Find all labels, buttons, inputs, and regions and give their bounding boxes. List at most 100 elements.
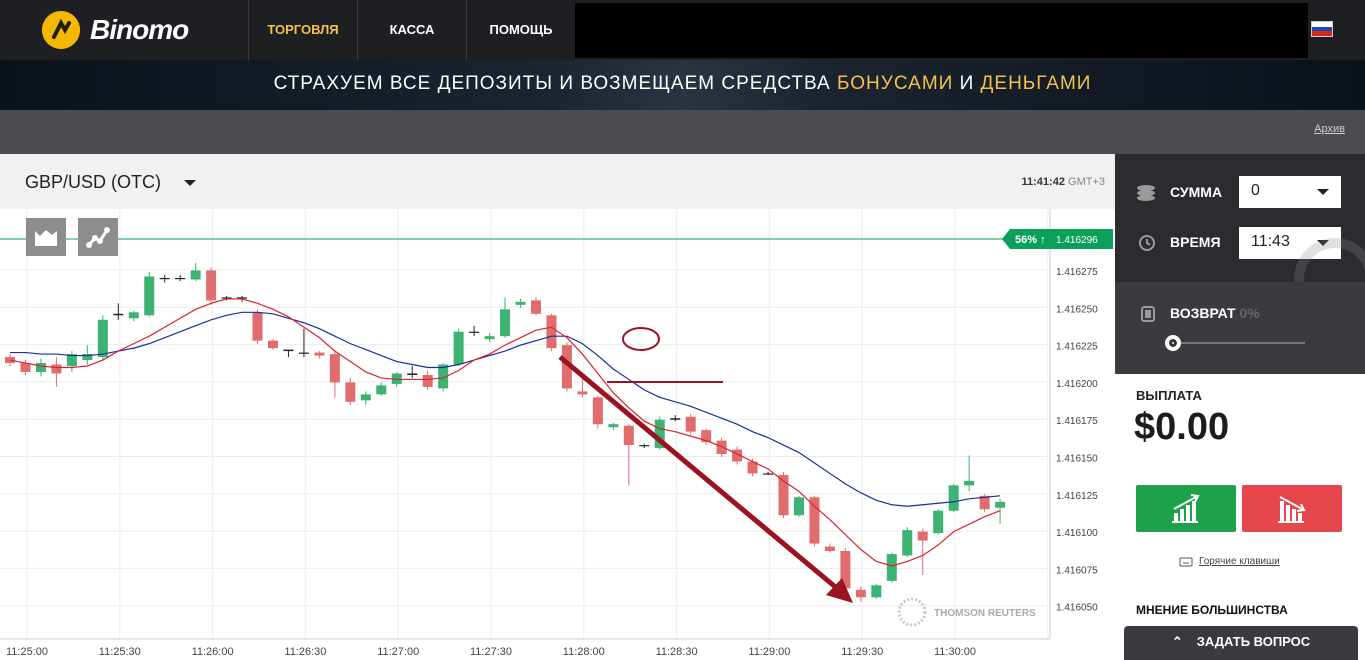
asset-selector[interactable]: GBP/USD (OTC) (25, 172, 161, 193)
return-slider-handle[interactable] (1165, 335, 1181, 351)
server-clock: 11:41:42 GMT+3 (1021, 176, 1105, 188)
area-chart-type-button[interactable] (26, 218, 66, 256)
candle-up (175, 277, 186, 280)
x-tick-label: 11:30:00 (934, 646, 976, 656)
candle-down (283, 349, 294, 352)
candle-up (376, 385, 387, 395)
candle-up (159, 277, 170, 280)
candle-down (314, 352, 325, 356)
candle-up (871, 585, 882, 598)
reuters-logo-icon (897, 597, 927, 627)
coins-icon (1137, 185, 1155, 201)
candle-up (639, 445, 650, 447)
return-shield-icon (1141, 306, 1155, 322)
candle-down (267, 340, 278, 349)
x-tick-label: 11:25:00 (6, 646, 48, 656)
hotkeys-label: Горячие клавиши (1199, 556, 1280, 567)
area-chart-icon (35, 230, 57, 246)
candle-up (500, 309, 511, 337)
x-tick-label: 11:28:00 (563, 646, 605, 656)
candle-down (623, 425, 634, 446)
candle-up (608, 424, 619, 428)
x-tick-label: 11:29:00 (748, 646, 790, 656)
chart-header: GBP/USD (OTC) 11:41:42 GMT+3 (0, 154, 1115, 209)
y-tick-label: 1.416050 (1056, 603, 1098, 614)
candle-down (530, 300, 541, 314)
y-tick-label: 1.416150 (1056, 454, 1098, 465)
indicators-button[interactable] (78, 218, 118, 256)
candle-down (51, 364, 62, 374)
candle-down (809, 497, 820, 544)
promo-banner[interactable]: СТРАХУЕМ ВСЕ ДЕПОЗИТЫ И ВОЗМЕЩАЕМ СРЕДСТ… (0, 60, 1365, 110)
y-tick-label: 1.416225 (1056, 342, 1098, 353)
banner-text: СТРАХУЕМ ВСЕ ДЕПОЗИТЫ И ВОЗМЕЩАЕМ СРЕДСТ… (273, 73, 1092, 94)
time-value: 11:43 (1251, 233, 1290, 250)
redacted-area (575, 3, 1308, 58)
candle-down (407, 373, 418, 375)
candle-up (763, 473, 774, 475)
chevron-down-icon[interactable] (184, 180, 196, 186)
call-up-button[interactable] (1136, 485, 1236, 532)
return-label: ВОЗВРАТ 0% (1170, 305, 1260, 321)
candle-down (206, 270, 217, 301)
x-tick-label: 11:26:00 (192, 646, 234, 656)
y-tick-label: 1.416075 (1056, 565, 1098, 576)
nav-cashier[interactable]: КАССА (358, 0, 466, 60)
ask-question-button[interactable]: ⌃ ЗАДАТЬ ВОПРОС (1124, 626, 1358, 660)
y-tick-label: 1.416100 (1056, 528, 1098, 539)
candle-up (484, 336, 495, 340)
candle-up (933, 510, 944, 534)
candle-up (902, 530, 913, 556)
candle-up (97, 319, 108, 358)
candle-up (793, 497, 804, 516)
candle-up (35, 363, 46, 372)
nav-help[interactable]: ПОМОЩЬ (467, 0, 575, 60)
candle-down (329, 354, 340, 383)
candle-down (685, 416, 696, 432)
alarm-clock-icon (1139, 235, 1155, 251)
candle-up (298, 352, 309, 354)
y-tick-label: 1.416200 (1056, 379, 1098, 390)
candle-down (345, 382, 356, 402)
time-label: ВРЕМЯ (1170, 234, 1221, 250)
candle-up (128, 312, 139, 319)
candle-down (855, 589, 866, 598)
hotkeys-link[interactable]: Горячие клавиши (1179, 556, 1280, 567)
x-tick-label: 11:27:30 (470, 646, 512, 656)
watermark-text: THOMSON REUTERS (934, 608, 1036, 619)
chart-area[interactable]: 1.416275 1.416250 1.416225 1.416200 1.416175… (0, 209, 1115, 656)
brand-name: Binomo (90, 14, 189, 45)
y-tick-label: 1.416275 (1056, 267, 1098, 278)
candle-up (360, 394, 371, 401)
majority-opinion-title: МНЕНИЕ БОЛЬШИНСТВА (1136, 603, 1288, 617)
candle-down (577, 391, 588, 395)
sub-bar: Архив (0, 110, 1365, 154)
ask-question-label: ЗАДАТЬ ВОПРОС (1196, 634, 1311, 649)
candle-down (716, 440, 727, 455)
keyboard-icon (1179, 557, 1193, 566)
amount-select[interactable]: 0 (1239, 176, 1341, 208)
candle-down (20, 363, 31, 372)
nav-trading[interactable]: ТОРГОВЛЯ (249, 0, 357, 60)
x-tick-label: 11:29:30 (841, 646, 883, 656)
indicators-icon (86, 227, 110, 248)
candle-down (917, 531, 928, 541)
payout-label: ВЫПЛАТА (1136, 388, 1202, 403)
candle-down (422, 374, 433, 387)
put-down-button[interactable] (1242, 485, 1342, 532)
candle-up (190, 270, 201, 280)
candle-down (824, 546, 835, 552)
candle-up (469, 331, 480, 333)
y-tick-label: 1.416250 (1056, 304, 1098, 315)
archive-link[interactable]: Архив (1314, 123, 1345, 135)
price-chart[interactable]: 1.416275 1.416250 1.416225 1.416200 1.416175… (0, 209, 1115, 656)
candle-down (113, 313, 124, 316)
candle-up (995, 501, 1006, 508)
top-navigation: Binomo ТОРГОВЛЯ КАССА ПОМОЩЬ (0, 0, 1365, 60)
annotation-circle (622, 327, 660, 351)
language-flag-icon[interactable] (1311, 21, 1333, 37)
brand-logo[interactable]: Binomo (42, 10, 202, 50)
x-tick-label: 11:27:00 (377, 646, 419, 656)
return-slider-track[interactable] (1173, 342, 1305, 344)
price-tag-percent: 56% ↑ (1015, 234, 1046, 246)
